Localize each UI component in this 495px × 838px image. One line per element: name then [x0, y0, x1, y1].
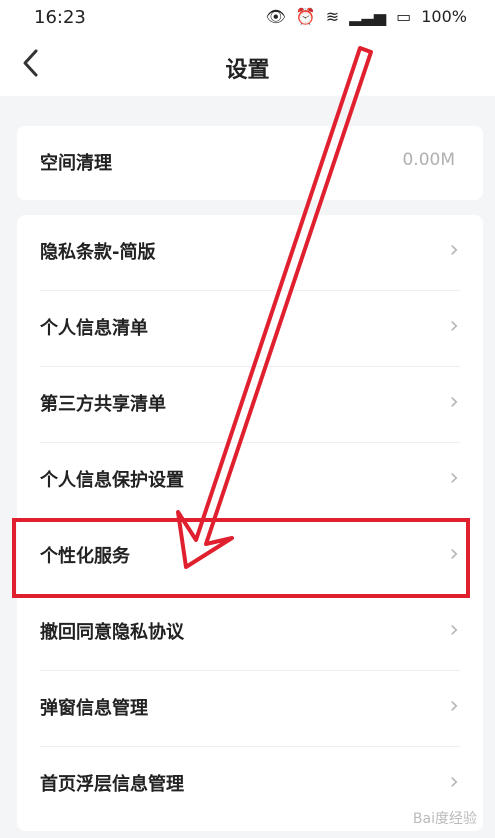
- list-item[interactable]: 隐私条款-简版 ›: [17, 215, 483, 291]
- status-bar: 16:23 👁 ⏰ ≋ ▂▃▅ ▭ 100%: [0, 0, 495, 36]
- list-item-label: 个人信息清单: [40, 318, 148, 339]
- list-item-label: 隐私条款-简版: [40, 242, 156, 263]
- list-item-label: 第三方共享清单: [40, 394, 166, 415]
- list-item[interactable]: 个人信息保护设置 ›: [17, 443, 483, 519]
- signal-icon: ▂▃▅: [349, 7, 387, 26]
- list-item-label: 个人信息保护设置: [40, 470, 184, 491]
- highlight-box: [12, 518, 470, 598]
- storage-size-value: 0.00M: [402, 150, 455, 170]
- storage-card: 空间清理 0.00M: [17, 126, 483, 200]
- list-item[interactable]: 个人信息清单 ›: [17, 291, 483, 367]
- chevron-right-icon: ›: [449, 615, 459, 643]
- status-icons: 👁 ⏰ ≋ ▂▃▅ ▭ 100%: [266, 7, 467, 26]
- chevron-right-icon: ›: [449, 311, 459, 339]
- alarm-icon: ⏰: [295, 7, 316, 26]
- eye-icon: 👁: [265, 7, 286, 26]
- list-item[interactable]: 撤回同意隐私协议 ›: [17, 595, 483, 671]
- list-item[interactable]: 弹窗信息管理 ›: [17, 671, 483, 747]
- navigation-bar: 设置: [0, 36, 495, 96]
- list-item-label: 首页浮层信息管理: [40, 774, 184, 795]
- chevron-right-icon: ›: [449, 235, 459, 263]
- list-item-label: 弹窗信息管理: [40, 698, 148, 719]
- watermark: Bai度经验: [412, 811, 477, 827]
- list-item-label: 撤回同意隐私协议: [40, 622, 184, 643]
- chevron-right-icon: ›: [449, 387, 459, 415]
- list-item[interactable]: 第三方共享清单 ›: [17, 367, 483, 443]
- page-title: 设置: [225, 58, 270, 83]
- chevron-right-icon: ›: [449, 463, 459, 491]
- wifi-icon: ≋: [325, 7, 340, 26]
- chevron-right-icon: ›: [449, 767, 459, 795]
- chevron-right-icon: ›: [449, 691, 459, 719]
- storage-clean-label: 空间清理: [40, 153, 112, 174]
- status-time: 16:23: [34, 7, 86, 28]
- battery-level: 100%: [421, 7, 467, 26]
- battery-icon: ▭: [396, 7, 412, 26]
- storage-clean-row[interactable]: 空间清理 0.00M: [17, 126, 483, 200]
